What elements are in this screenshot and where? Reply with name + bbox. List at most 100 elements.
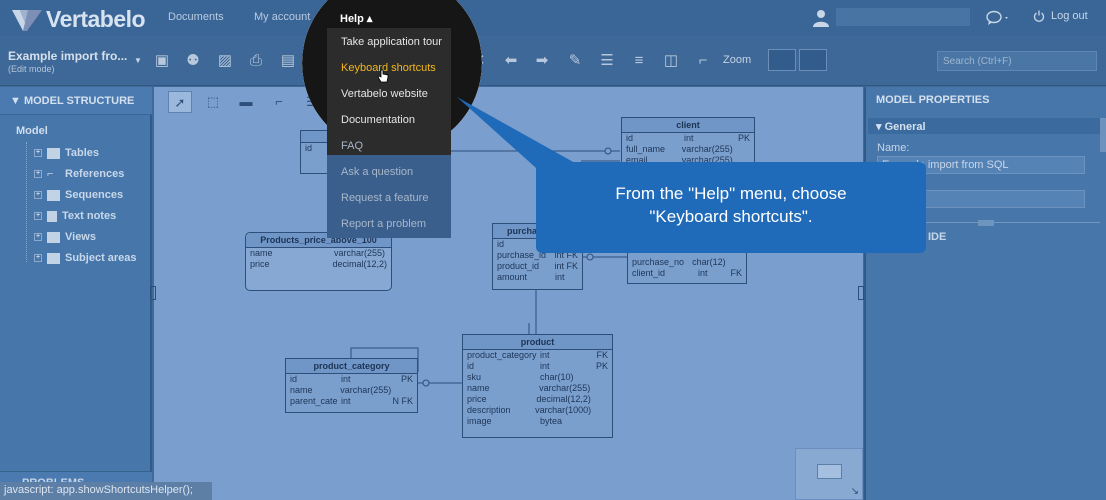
sequence-icon: [47, 189, 60, 201]
vertabelo-logo[interactable]: Vertabelo: [10, 6, 146, 33]
document-mode: (Edit mode): [8, 64, 55, 74]
menu-request-feature[interactable]: Request a feature: [341, 192, 428, 204]
general-section-header[interactable]: ▾ General: [868, 118, 1100, 134]
table-row: id int PK: [626, 133, 750, 143]
table-row: amount int: [497, 272, 565, 282]
table-row: product_category int FK: [467, 350, 608, 360]
expand-icon[interactable]: +: [34, 149, 42, 157]
view-icon: [47, 231, 60, 243]
nav-help[interactable]: Help ▴: [328, 7, 384, 29]
table-row: parent_cate int N FK: [290, 396, 413, 406]
minimap[interactable]: ↘: [795, 448, 863, 500]
username-field[interactable]: [836, 8, 970, 26]
zoom-button[interactable]: Zoom: [723, 54, 751, 66]
table-product[interactable]: product product_category int FK id int PK sk…: [462, 334, 613, 438]
tree-item-views[interactable]: + Views: [34, 229, 96, 245]
table-icon: [47, 147, 60, 159]
table-product-category[interactable]: product_category id int PK name varchar(255…: [285, 358, 418, 413]
menu-ask-question[interactable]: Ask a question: [341, 166, 413, 178]
chat-icon[interactable]: [985, 10, 1011, 26]
expand-icon[interactable]: +: [34, 191, 42, 199]
table-row: price decimal(12,2): [250, 259, 387, 269]
table-client[interactable]: client id int PK full_name varchar(255) ema…: [621, 117, 755, 165]
view-left-panel-button[interactable]: [768, 49, 796, 71]
menu-vertabelo-website[interactable]: Vertabelo website: [341, 88, 428, 100]
view-right-panel-button[interactable]: [799, 49, 827, 71]
properties-scrollbar[interactable]: [1100, 118, 1106, 152]
expand-icon[interactable]: +: [34, 254, 42, 262]
sql-export-icon[interactable]: ▤: [279, 52, 297, 70]
subject-area-icon: [47, 252, 60, 264]
arrange-icon[interactable]: ◫: [662, 52, 680, 70]
table-row: name varchar(255): [467, 383, 591, 393]
undo-icon[interactable]: ⬅: [502, 52, 520, 70]
expand-icon[interactable]: +: [34, 233, 42, 241]
search-input[interactable]: Search (Ctrl+F): [937, 51, 1097, 71]
table-row: id int PK: [290, 374, 413, 384]
table-header: product: [463, 335, 612, 350]
minimap-viewport[interactable]: [817, 464, 842, 479]
save-icon[interactable]: ▣: [153, 52, 171, 70]
model-structure-panel: ▼ MODEL STRUCTURE Model + Tables + ⌐ Refere…: [0, 87, 152, 500]
redo-icon[interactable]: ➡: [533, 52, 551, 70]
nav-my-account[interactable]: My account: [254, 11, 310, 23]
table-header: product_category: [286, 359, 417, 374]
table-row: sku char(10): [467, 372, 574, 382]
menu-take-tour[interactable]: Take application tour: [341, 36, 442, 48]
table-row: full_name varchar(255): [626, 144, 733, 154]
logo-text: Vertabelo: [46, 6, 146, 32]
tree-item-tables[interactable]: + Tables: [34, 145, 99, 161]
reference-icon: ⌐: [47, 168, 54, 180]
table-purchase[interactable]: purchase_no char(12) client_id int FK: [627, 250, 747, 284]
toolbar: Example import fro... (Edit mode) ▼ ▣ ⚉ …: [0, 36, 1106, 86]
table-row: name varchar(255): [250, 248, 386, 258]
table-row: name varchar(255): [290, 385, 392, 395]
table-row: description varchar(1000): [467, 405, 592, 415]
model-properties-panel: MODEL PROPERTIES ▾ General Name: Example…: [864, 87, 1106, 500]
tree-item-sequences[interactable]: + Sequences: [34, 187, 123, 203]
logout-button[interactable]: Log out: [1033, 10, 1088, 22]
table-row: product_id int FK: [497, 261, 578, 271]
table-row: image bytea: [467, 416, 563, 426]
reference-style-icon[interactable]: ⌐: [694, 52, 712, 70]
table-row: id int PK: [467, 361, 608, 371]
nav-documents[interactable]: Documents: [168, 11, 224, 23]
status-bar: javascript: app.showShortcutsHelper();: [0, 482, 212, 500]
print-icon[interactable]: ⎙: [247, 52, 265, 70]
image-export-icon[interactable]: ▨: [216, 52, 234, 70]
tree-item-text-notes[interactable]: + Text notes: [34, 208, 116, 224]
view-products-price-above-100[interactable]: Products_price_above_100 name varchar(255…: [245, 232, 392, 291]
edit-icon[interactable]: ✎: [566, 52, 584, 70]
tutorial-callout: From the "Help" menu, choose "Keyboard s…: [536, 162, 926, 253]
menu-report-problem[interactable]: Report a problem: [341, 218, 426, 230]
properties-resize-handle[interactable]: [978, 220, 994, 226]
name-label: Name:: [877, 142, 910, 154]
resize-icon[interactable]: ↘: [851, 486, 859, 497]
logout-label: Log out: [1051, 10, 1088, 22]
align-icon[interactable]: ☰: [598, 52, 616, 70]
power-icon: [1033, 10, 1045, 22]
top-bar: Vertabelo Documents My account Log out: [0, 0, 1106, 36]
document-dropdown-icon[interactable]: ▼: [134, 56, 142, 65]
table-row: purchase_no char(12): [632, 257, 726, 267]
tree-item-references[interactable]: + ⌐ References: [34, 166, 124, 182]
tree-root-model[interactable]: Model: [16, 125, 48, 137]
user-icon[interactable]: [812, 9, 830, 27]
note-icon: [47, 210, 57, 222]
distribute-icon[interactable]: ≡: [630, 52, 648, 70]
tree-item-subject-areas[interactable]: + Subject areas: [34, 250, 137, 266]
left-panel-resize-handle[interactable]: [150, 286, 156, 300]
share-icon[interactable]: ⚉: [184, 52, 202, 70]
hand-cursor-icon: [377, 69, 389, 83]
menu-faq[interactable]: FAQ: [341, 140, 363, 152]
table-header: client: [622, 118, 754, 133]
callout-line-1: From the "Help" menu, choose: [615, 184, 847, 203]
model-structure-header[interactable]: ▼ MODEL STRUCTURE: [0, 87, 152, 115]
menu-documentation[interactable]: Documentation: [341, 114, 415, 126]
expand-icon[interactable]: +: [34, 170, 42, 178]
logo-icon: [12, 9, 42, 31]
help-menu-lower: FAQ Ask a question Request a feature Rep…: [327, 140, 451, 238]
expand-icon[interactable]: +: [34, 212, 42, 220]
document-name[interactable]: Example import fro...: [8, 49, 127, 63]
table-row: client_id int FK: [632, 268, 742, 278]
